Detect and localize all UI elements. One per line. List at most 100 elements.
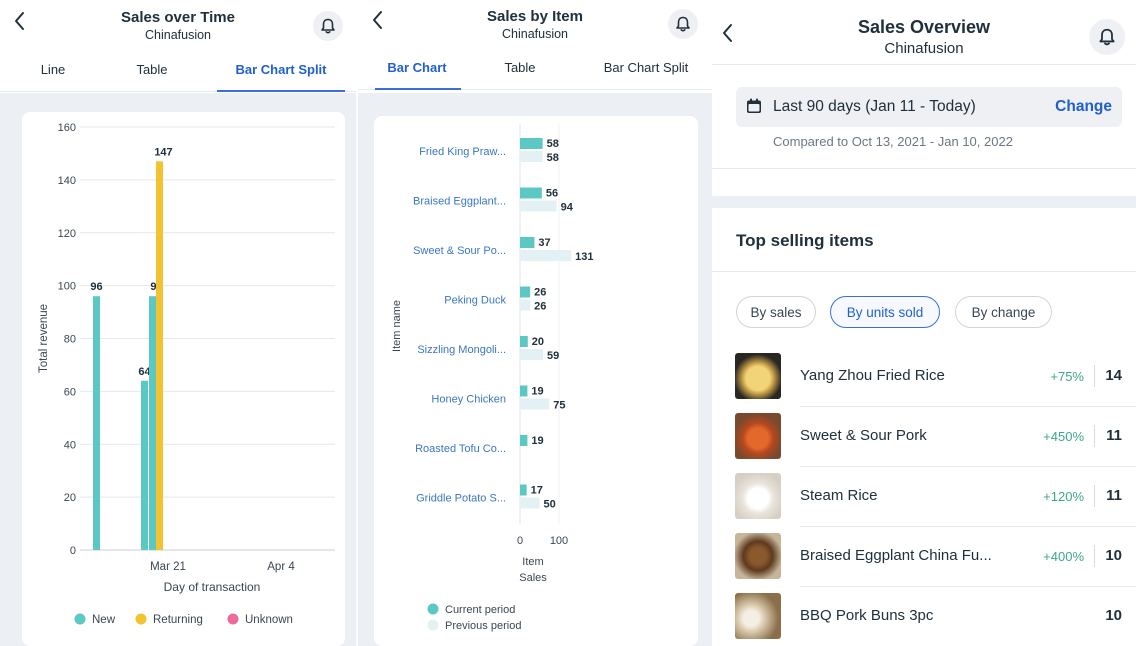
item-units: 14 (1105, 367, 1122, 384)
bar-value-label: 19 (531, 435, 543, 447)
bar-current-period (520, 138, 543, 149)
legend-swatch (74, 613, 86, 625)
bar-current-period (520, 237, 535, 248)
list-item[interactable]: BBQ Pork Buns 3pc 10 (712, 587, 1136, 646)
x-tick-label: 0 (517, 535, 523, 547)
list-item[interactable]: Yang Zhou Fried Rice +75% 14 (712, 347, 1136, 407)
bar-value-label: 58 (547, 152, 559, 164)
comparison-range: Compared to Oct 13, 2021 - Jan 10, 2022 (773, 134, 1013, 149)
bar-current-period (520, 336, 528, 347)
change-date-range-link[interactable]: Change (1055, 98, 1112, 116)
y-tick-label: 40 (64, 439, 76, 451)
y-axis-title: Total revenue (38, 304, 50, 373)
bar-value-label: 37 (538, 237, 550, 249)
notifications-button[interactable] (668, 9, 698, 39)
bar-value-label: 26 (534, 287, 546, 299)
date-range-selector[interactable]: Last 90 days (Jan 11 - Today) Change (736, 87, 1122, 127)
active-tab-indicator (375, 88, 461, 90)
divider (1094, 365, 1095, 387)
bar-value-label: 17 (531, 485, 543, 497)
item-thumbnail (735, 473, 781, 519)
item-name-label: Griddle Potato S... (416, 493, 506, 505)
bell-icon (676, 16, 690, 32)
view-tabs: Bar Chart Table Bar Chart Split (358, 50, 712, 90)
bar-value-label: 50 (544, 499, 556, 511)
bar-previous-period (520, 151, 543, 162)
bar-current-period (520, 435, 528, 446)
item-name: Steam Rice (800, 487, 878, 504)
sales-by-item-panel: Sales by Item Chinafusion Bar Chart Tabl… (358, 0, 712, 646)
bar-value-label: 19 (531, 386, 543, 398)
legend-swatch (227, 613, 239, 625)
bar-previous-period (520, 250, 572, 261)
item-name: Sweet & Sour Pork (800, 427, 927, 444)
divider (1094, 485, 1095, 507)
page-subtitle: Chinafusion (501, 27, 568, 41)
legend-label: New (92, 614, 116, 626)
legend-label: Unknown (245, 614, 293, 626)
page-title: Sales Overview (857, 17, 991, 37)
bar-new (93, 296, 100, 550)
sales-over-time-panel: Sales over Time Chinafusion Line Table B… (0, 0, 356, 646)
item-name-label: Fried King Praw... (419, 146, 506, 158)
item-units: 10 (1105, 547, 1122, 564)
chart-card: 0 20 40 60 80 100 120 140 160 Total revenue Mar 21… (22, 112, 345, 646)
item-name: Yang Zhou Fried Rice (800, 367, 945, 384)
x-tick-label: Mar 21 (150, 561, 186, 573)
legend-swatch (135, 613, 147, 625)
calendar-icon (747, 98, 761, 113)
tab-table[interactable]: Table (124, 62, 180, 77)
item-thumbnail (735, 353, 781, 399)
bar-value-label: 59 (547, 350, 559, 362)
list-item[interactable]: Steam Rice +120% 11 (712, 467, 1136, 527)
bar-current-period (520, 187, 542, 199)
chip-by-sales[interactable]: By sales (736, 296, 816, 328)
item-name-label: Sweet & Sour Po... (413, 245, 506, 257)
divider (712, 168, 1136, 169)
tab-bar-chart-split[interactable]: Bar Chart Split (586, 60, 706, 75)
notifications-button[interactable] (313, 11, 343, 41)
chart-card: Fried King Praw... 58 58 Braised Eggplant..… (374, 116, 698, 646)
bar-value-label: 56 (546, 188, 558, 200)
x-axis-title: Sales (519, 572, 547, 584)
y-tick-label: 80 (64, 334, 76, 346)
page-title: Sales by Item (487, 8, 583, 25)
item-thumbnail (735, 593, 781, 639)
legend-swatch (427, 603, 439, 615)
page-subtitle: Chinafusion (884, 40, 964, 57)
bar-previous-period (520, 398, 550, 410)
bar-value-label: 96 (90, 281, 102, 293)
y-axis-title: Item name (391, 300, 403, 352)
revenue-bar-chart: 0 20 40 60 80 100 120 140 160 Total revenue Mar 21… (38, 122, 335, 626)
item-sales-bar-chart: Fried King Praw... 58 58 Braised Eggplant..… (391, 124, 593, 632)
bar-value-label: 75 (553, 400, 565, 412)
bar-value-label: 131 (575, 251, 593, 263)
item-change: +75% (1050, 369, 1084, 384)
bar-new (149, 296, 156, 550)
tab-bar-chart[interactable]: Bar Chart (382, 60, 452, 75)
list-item[interactable]: Braised Eggplant China Fu... +400% 10 (712, 527, 1136, 587)
tab-bar-chart-split[interactable]: Bar Chart Split (220, 62, 342, 77)
y-tick-label: 20 (64, 492, 76, 504)
x-tick-label: Apr 4 (267, 561, 295, 573)
x-axis-title: Item (522, 556, 543, 568)
list-item[interactable]: Sweet & Sour Pork +450% 11 (712, 407, 1136, 467)
bar-new (141, 380, 148, 550)
y-tick-label: 100 (58, 281, 76, 293)
item-name: Braised Eggplant China Fu... (800, 547, 992, 564)
notifications-button[interactable] (1089, 19, 1125, 55)
x-axis-title: Day of transaction (164, 580, 261, 594)
tab-line[interactable]: Line (30, 62, 76, 77)
item-thumbnail (735, 413, 781, 459)
legend-label: Previous period (445, 620, 521, 632)
item-change: +400% (1043, 549, 1084, 564)
legend-label: Returning (153, 614, 203, 626)
chip-by-units-sold[interactable]: By units sold (830, 296, 940, 328)
chip-by-change[interactable]: By change (955, 296, 1052, 328)
item-name: BBQ Pork Buns 3pc (800, 607, 934, 624)
tab-table[interactable]: Table (494, 60, 546, 75)
bar-previous-period (520, 200, 557, 212)
bar-value-label: 58 (547, 138, 559, 150)
bar-current-period (520, 286, 531, 298)
item-change: +120% (1043, 489, 1084, 504)
